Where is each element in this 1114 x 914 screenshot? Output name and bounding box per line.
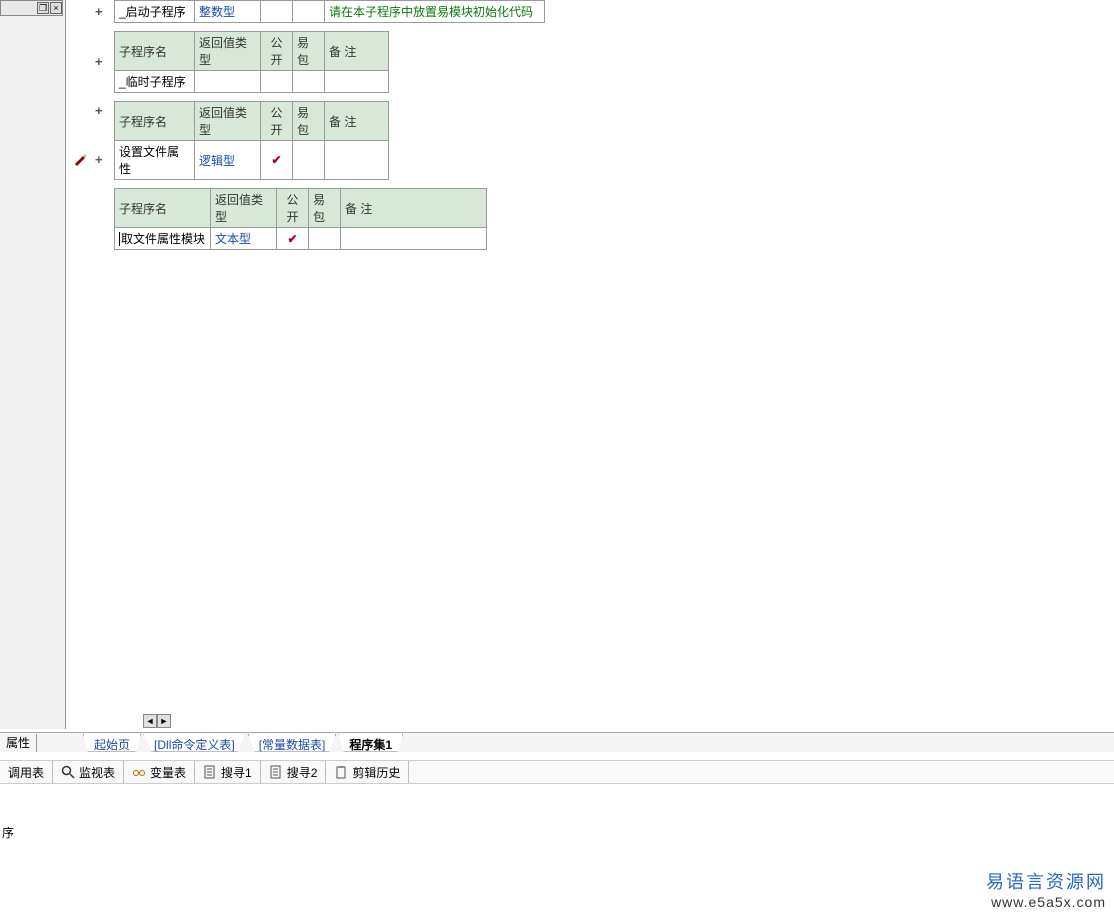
subprogram-table: 子程序名 返回值类型 公开 易包 备 注 _临时子程序 xyxy=(114,31,389,93)
tool-label: 调用表 xyxy=(8,764,44,781)
tool-tab-clipboard[interactable]: 剪辑历史 xyxy=(326,761,409,783)
cell-type[interactable]: 逻辑型 xyxy=(195,141,261,180)
header-type: 返回值类型 xyxy=(195,32,261,71)
header-public: 公开 xyxy=(277,189,309,228)
expand-icon[interactable]: + xyxy=(95,4,103,19)
checkmark-icon: ✔ xyxy=(265,153,288,167)
file-tab-program[interactable]: 程序集1 xyxy=(338,734,403,752)
cell-package[interactable] xyxy=(293,71,325,93)
header-note: 备 注 xyxy=(325,32,389,71)
tool-tab-search1[interactable]: 搜寻1 xyxy=(195,761,261,783)
document-icon xyxy=(203,765,217,779)
tool-label: 变量表 xyxy=(150,764,186,781)
table-header-row: 子程序名 返回值类型 公开 易包 备 注 xyxy=(115,102,389,141)
cell-public[interactable]: ✔ xyxy=(277,228,309,250)
cell-public[interactable] xyxy=(261,1,293,23)
scroll-left-icon[interactable]: ◄ xyxy=(143,714,157,728)
file-tab-dll[interactable]: [Dll命令定义表] xyxy=(143,734,246,752)
tool-tab-watch[interactable]: 监视表 xyxy=(53,761,124,783)
cell-note[interactable] xyxy=(341,228,487,250)
gutter: + + + + xyxy=(70,0,110,729)
table-row[interactable]: _启动子程序 整数型 请在本子程序中放置易模块初始化代码 xyxy=(115,1,545,23)
glasses-icon xyxy=(132,765,146,779)
restore-button[interactable]: ❐ xyxy=(37,2,49,14)
edit-marker-icon xyxy=(73,152,87,166)
table-header-row: 子程序名 返回值类型 公开 易包 备 注 xyxy=(115,189,487,228)
cell-name[interactable]: 设置文件属性 xyxy=(115,141,195,180)
table-row[interactable]: 设置文件属性 逻辑型 ✔ xyxy=(115,141,389,180)
scroll-right-icon[interactable]: ► xyxy=(157,714,171,728)
file-tab-start[interactable]: 起始页 xyxy=(83,734,141,752)
header-name: 子程序名 xyxy=(115,189,211,228)
expand-icon[interactable]: + xyxy=(95,152,103,167)
subprogram-table: 子程序名 返回值类型 公开 易包 备 注 设置文件属性 逻辑型 ✔ xyxy=(114,101,389,180)
cell-note[interactable] xyxy=(325,71,389,93)
cell-package[interactable] xyxy=(293,141,325,180)
status-bar: 序 xyxy=(0,824,1114,842)
code-editor: + + + + _启动子程序 整数型 请在本子程序中放置易模块初始化代码 子程序… xyxy=(70,0,1114,729)
header-note: 备 注 xyxy=(325,102,389,141)
watermark: 易语言资源网 www.e5a5x.com xyxy=(986,868,1106,910)
header-package: 易包 xyxy=(293,32,325,71)
cell-type[interactable]: 整数型 xyxy=(195,1,261,23)
tool-label: 搜寻2 xyxy=(287,764,318,781)
properties-tab[interactable]: 属性 xyxy=(0,734,37,752)
expand-icon[interactable]: + xyxy=(95,103,103,118)
cell-note[interactable]: 请在本子程序中放置易模块初始化代码 xyxy=(325,1,545,23)
tool-tab-search2[interactable]: 搜寻2 xyxy=(261,761,327,783)
document-icon xyxy=(269,765,283,779)
tool-tab-calls[interactable]: 调用表 xyxy=(0,761,53,783)
cell-package[interactable] xyxy=(293,1,325,23)
checkmark-icon: ✔ xyxy=(281,232,304,246)
header-note: 备 注 xyxy=(341,189,487,228)
cell-name[interactable]: _临时子程序 xyxy=(115,71,195,93)
table-row[interactable]: _临时子程序 xyxy=(115,71,389,93)
tool-label: 监视表 xyxy=(79,764,115,781)
horizontal-scrollbar[interactable]: ◄► xyxy=(143,713,183,727)
expand-icon[interactable]: + xyxy=(95,54,103,69)
close-button[interactable]: × xyxy=(50,2,62,14)
cell-package[interactable] xyxy=(309,228,341,250)
clipboard-icon xyxy=(334,765,348,779)
panel-titlebar: ❐ × xyxy=(0,0,63,16)
document-tabs: 属性 起始页 [Dll命令定义表] [常量数据表] 程序集1 xyxy=(0,732,1114,752)
left-panel: ❐ × xyxy=(0,0,66,729)
subprogram-table: _启动子程序 整数型 请在本子程序中放置易模块初始化代码 xyxy=(114,0,545,23)
cell-note[interactable] xyxy=(325,141,389,180)
cell-public[interactable] xyxy=(261,71,293,93)
header-package: 易包 xyxy=(293,102,325,141)
tool-panel-tabs: 调用表 监视表 变量表 搜寻1 搜寻2 剪辑历史 xyxy=(0,760,1114,784)
magnify-icon xyxy=(61,765,75,779)
cell-name-editing[interactable]: 取文件属性模块 xyxy=(115,228,211,250)
tool-label: 搜寻1 xyxy=(221,764,252,781)
cell-type[interactable]: 文本型 xyxy=(211,228,277,250)
header-name: 子程序名 xyxy=(115,102,195,141)
cell-public[interactable]: ✔ xyxy=(261,141,293,180)
header-type: 返回值类型 xyxy=(211,189,277,228)
file-tab-const[interactable]: [常量数据表] xyxy=(248,734,337,752)
header-name: 子程序名 xyxy=(115,32,195,71)
subprogram-table: 子程序名 返回值类型 公开 易包 备 注 取文件属性模块 文本型 ✔ xyxy=(114,188,487,250)
tool-tab-vars[interactable]: 变量表 xyxy=(124,761,195,783)
header-public: 公开 xyxy=(261,32,293,71)
header-package: 易包 xyxy=(309,189,341,228)
watermark-title: 易语言资源网 xyxy=(986,868,1106,894)
header-type: 返回值类型 xyxy=(195,102,261,141)
tool-label: 剪辑历史 xyxy=(352,764,400,781)
header-public: 公开 xyxy=(261,102,293,141)
table-header-row: 子程序名 返回值类型 公开 易包 备 注 xyxy=(115,32,389,71)
tables-container: _启动子程序 整数型 请在本子程序中放置易模块初始化代码 子程序名 返回值类型 … xyxy=(114,0,545,258)
cell-name[interactable]: _启动子程序 xyxy=(115,1,195,23)
table-row[interactable]: 取文件属性模块 文本型 ✔ xyxy=(115,228,487,250)
watermark-url: www.e5a5x.com xyxy=(986,894,1106,910)
cell-type[interactable] xyxy=(195,71,261,93)
